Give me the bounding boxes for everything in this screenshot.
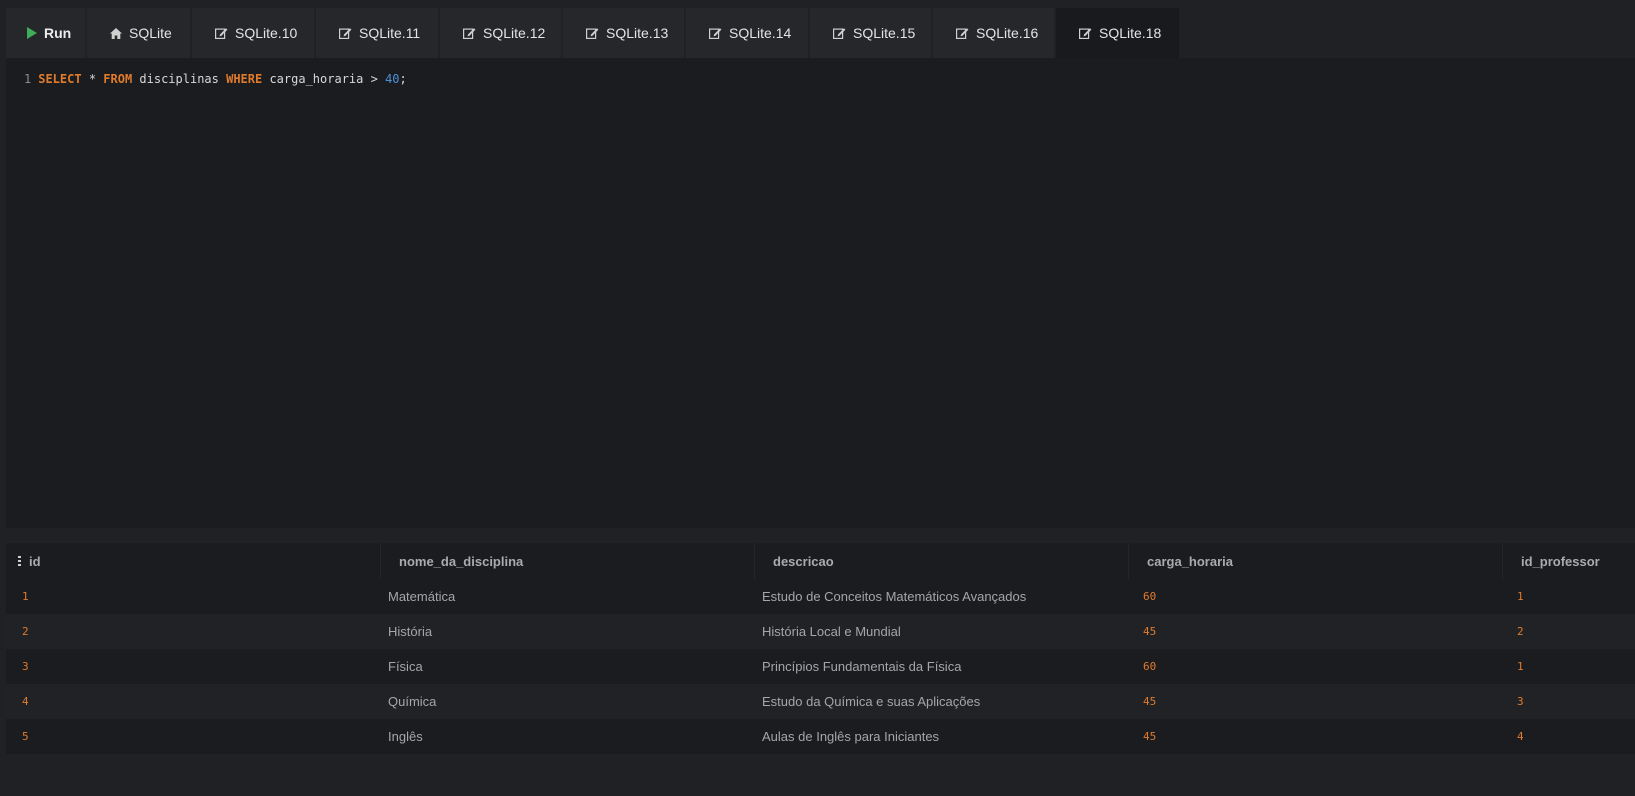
column-header-nome-da-disciplina[interactable]: nome_da_disciplina bbox=[380, 543, 754, 579]
toolbar: Run SQLite SQLite.10 SQLite.11 SQLite.12 bbox=[6, 8, 1635, 58]
column-header-label: nome_da_disciplina bbox=[399, 553, 524, 569]
tab-label: SQLite.13 bbox=[606, 25, 669, 41]
column-header-label: id bbox=[29, 553, 41, 569]
tab-label: SQLite.18 bbox=[1099, 25, 1162, 41]
edit-icon bbox=[833, 27, 846, 39]
cell-carga-horaria: 60 bbox=[1143, 660, 1157, 673]
cell-nome-da-disciplina: Física bbox=[388, 659, 423, 674]
column-header-label: id_professor bbox=[1521, 553, 1600, 569]
edit-icon bbox=[709, 27, 722, 39]
tab-label: SQLite.15 bbox=[853, 25, 916, 41]
tab-label: SQLite bbox=[129, 25, 172, 41]
column-header-id-professor[interactable]: id_professor bbox=[1502, 543, 1635, 579]
cell-id-professor: 1 bbox=[1517, 590, 1524, 603]
table-row[interactable]: 5 Inglês Aulas de Inglês para Iniciantes… bbox=[6, 719, 1635, 754]
cell-descricao: Estudo de Conceitos Matemáticos Avançado… bbox=[762, 589, 1027, 604]
column-header-id[interactable]: id bbox=[6, 543, 380, 579]
table-header: id nome_da_disciplina descricao carga_ho… bbox=[6, 543, 1635, 579]
tab-sqlite-16[interactable]: SQLite.16 bbox=[933, 8, 1054, 58]
keyword-where: WHERE bbox=[226, 72, 263, 86]
cell-carga-horaria: 45 bbox=[1143, 730, 1157, 743]
cell-nome-da-disciplina: Matemática bbox=[388, 589, 456, 604]
cell-descricao: Princípios Fundamentais da Física bbox=[762, 659, 962, 674]
code-condition: carga_horaria > bbox=[262, 72, 386, 86]
cell-descricao: Estudo da Química e suas Aplicações bbox=[762, 694, 981, 709]
cell-id: 4 bbox=[22, 695, 29, 708]
home-icon bbox=[110, 27, 122, 39]
tab-label: SQLite.12 bbox=[483, 25, 546, 41]
tab-sqlite-18[interactable]: SQLite.18 bbox=[1056, 8, 1179, 58]
cell-id-professor: 2 bbox=[1517, 625, 1524, 638]
cell-id-professor: 3 bbox=[1517, 695, 1524, 708]
cell-carga-horaria: 45 bbox=[1143, 625, 1157, 638]
cell-id-professor: 4 bbox=[1517, 730, 1524, 743]
tab-sqlite-12[interactable]: SQLite.12 bbox=[440, 8, 561, 58]
column-header-carga-horaria[interactable]: carga_horaria bbox=[1128, 543, 1502, 579]
table-row[interactable]: 2 História História Local e Mundial 45 2 bbox=[6, 614, 1635, 649]
table-row[interactable]: 3 Física Princípios Fundamentais da Físi… bbox=[6, 649, 1635, 684]
cell-id-professor: 1 bbox=[1517, 660, 1524, 673]
tab-label: SQLite.11 bbox=[359, 25, 421, 41]
code-end: ; bbox=[399, 72, 407, 86]
tab-sqlite-13[interactable]: SQLite.13 bbox=[563, 8, 684, 58]
keyword-from: FROM bbox=[103, 72, 133, 86]
column-header-descricao[interactable]: descricao bbox=[754, 543, 1128, 579]
cell-id: 3 bbox=[22, 660, 29, 673]
edit-icon bbox=[463, 27, 476, 39]
edit-icon bbox=[1079, 27, 1092, 39]
code-star: * bbox=[81, 72, 104, 86]
sql-editor[interactable]: 1 SELECT * FROM disciplinas WHERE carga_h… bbox=[6, 58, 1635, 528]
edit-icon bbox=[215, 27, 228, 39]
cell-carga-horaria: 45 bbox=[1143, 695, 1157, 708]
line-number: 1 bbox=[24, 72, 32, 86]
tab-sqlite[interactable]: SQLite bbox=[87, 8, 190, 58]
cell-id: 2 bbox=[22, 625, 29, 638]
run-label: Run bbox=[44, 25, 72, 41]
cell-id: 5 bbox=[22, 730, 29, 743]
tab-label: SQLite.16 bbox=[976, 25, 1039, 41]
edit-icon bbox=[339, 27, 352, 39]
code-table: disciplinas bbox=[132, 72, 227, 86]
column-header-label: carga_horaria bbox=[1147, 553, 1233, 569]
table-row[interactable]: 4 Química Estudo da Química e suas Aplic… bbox=[6, 684, 1635, 719]
results-table: id nome_da_disciplina descricao carga_ho… bbox=[6, 543, 1635, 754]
cell-nome-da-disciplina: História bbox=[388, 624, 433, 639]
edit-icon bbox=[956, 27, 969, 39]
run-button[interactable]: Run bbox=[6, 8, 85, 58]
code-number: 40 bbox=[385, 72, 400, 86]
tab-sqlite-11[interactable]: SQLite.11 bbox=[316, 8, 438, 58]
cell-nome-da-disciplina: Química bbox=[388, 694, 437, 709]
sort-icon[interactable] bbox=[18, 556, 21, 566]
edit-icon bbox=[586, 27, 599, 39]
tab-label: SQLite.14 bbox=[729, 25, 792, 41]
tab-sqlite-10[interactable]: SQLite.10 bbox=[192, 8, 314, 58]
play-icon bbox=[26, 27, 37, 39]
tab-sqlite-14[interactable]: SQLite.14 bbox=[686, 8, 808, 58]
code-line[interactable]: 1 SELECT * FROM disciplinas WHERE carga_h… bbox=[24, 72, 407, 86]
tab-label: SQLite.10 bbox=[235, 25, 298, 41]
cell-descricao: História Local e Mundial bbox=[762, 624, 901, 639]
cell-nome-da-disciplina: Inglês bbox=[388, 729, 423, 744]
keyword-select: SELECT bbox=[38, 72, 82, 86]
cell-id: 1 bbox=[22, 590, 29, 603]
cell-descricao: Aulas de Inglês para Iniciantes bbox=[762, 729, 940, 744]
tab-sqlite-15[interactable]: SQLite.15 bbox=[810, 8, 931, 58]
table-row[interactable]: 1 Matemática Estudo de Conceitos Matemát… bbox=[6, 579, 1635, 614]
cell-carga-horaria: 60 bbox=[1143, 590, 1157, 603]
column-header-label: descricao bbox=[773, 553, 834, 569]
sql-editor-app: Run SQLite SQLite.10 SQLite.11 SQLite.12 bbox=[0, 0, 1635, 796]
